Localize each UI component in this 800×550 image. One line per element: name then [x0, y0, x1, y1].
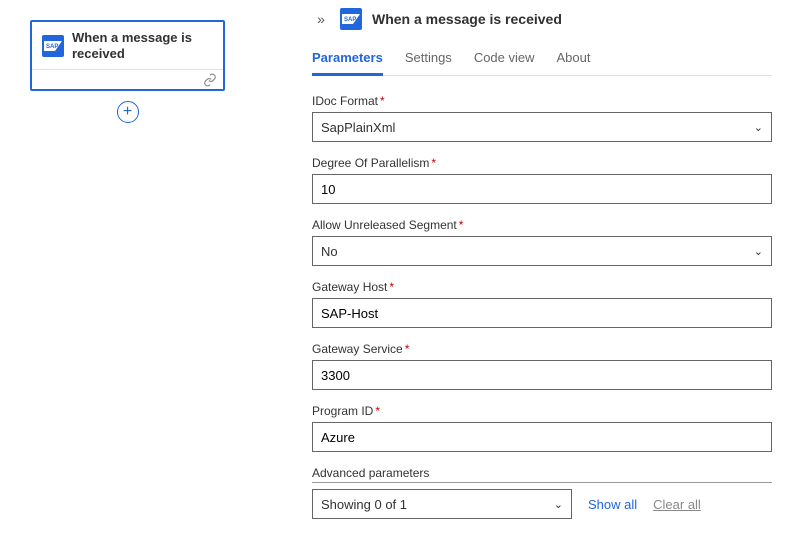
field-gateway-host: Gateway Host * [312, 280, 772, 328]
select-allow-unreleased[interactable]: No ⌄ [312, 236, 772, 266]
tab-parameters[interactable]: Parameters [312, 44, 383, 75]
tab-code-view[interactable]: Code view [474, 44, 535, 75]
input-program-id[interactable] [312, 422, 772, 452]
label-text: IDoc Format [312, 94, 378, 108]
add-step-button[interactable]: + [117, 101, 139, 123]
chevron-down-icon: ⌄ [754, 245, 763, 258]
label-idoc-format: IDoc Format * [312, 94, 772, 108]
required-marker: * [405, 342, 410, 356]
tab-bar: Parameters Settings Code view About [312, 44, 772, 76]
node-title: When a message is received [72, 30, 213, 61]
required-marker: * [459, 218, 464, 232]
field-idoc-format: IDoc Format * SapPlainXml ⌄ [312, 94, 772, 142]
select-value: No [321, 244, 338, 259]
input-parallelism[interactable] [312, 174, 772, 204]
label-program-id: Program ID * [312, 404, 772, 418]
chevron-down-icon: ⌄ [754, 121, 763, 134]
label-gateway-service: Gateway Service * [312, 342, 772, 356]
svg-text:SAP: SAP [344, 17, 356, 23]
field-gateway-service: Gateway Service * [312, 342, 772, 390]
label-parallelism: Degree Of Parallelism * [312, 156, 772, 170]
designer-canvas: SAP When a message is received + [0, 0, 300, 550]
show-all-link[interactable]: Show all [588, 497, 637, 512]
details-panel: » SAP When a message is received Paramet… [300, 0, 800, 550]
advanced-parameters-label: Advanced parameters [312, 466, 772, 483]
clear-all-link[interactable]: Clear all [653, 497, 701, 512]
sap-icon: SAP [42, 35, 64, 57]
label-text: Allow Unreleased Segment [312, 218, 457, 232]
field-parallelism: Degree Of Parallelism * [312, 156, 772, 204]
label-allow-unreleased: Allow Unreleased Segment * [312, 218, 772, 232]
node-footer [32, 69, 223, 89]
label-gateway-host: Gateway Host * [312, 280, 772, 294]
panel-header: » SAP When a message is received [312, 8, 772, 30]
connection-icon [203, 73, 217, 87]
chevron-down-icon: ⌄ [554, 498, 563, 511]
select-value: SapPlainXml [321, 120, 395, 135]
required-marker: * [389, 280, 394, 294]
label-text: Degree Of Parallelism [312, 156, 429, 170]
parameters-form: IDoc Format * SapPlainXml ⌄ Degree Of Pa… [312, 94, 772, 550]
trigger-node[interactable]: SAP When a message is received [30, 20, 225, 91]
advanced-row: Showing 0 of 1 ⌄ Show all Clear all [312, 489, 772, 519]
tab-settings[interactable]: Settings [405, 44, 452, 75]
field-program-id: Program ID * [312, 404, 772, 452]
required-marker: * [431, 156, 436, 170]
tab-about[interactable]: About [557, 44, 591, 75]
collapse-panel-button[interactable]: » [312, 11, 330, 27]
input-gateway-host[interactable] [312, 298, 772, 328]
field-allow-unreleased: Allow Unreleased Segment * No ⌄ [312, 218, 772, 266]
required-marker: * [380, 94, 385, 108]
label-text: Program ID [312, 404, 373, 418]
node-header: SAP When a message is received [32, 22, 223, 69]
panel-title: When a message is received [372, 11, 562, 27]
sap-icon: SAP [340, 8, 362, 30]
select-idoc-format[interactable]: SapPlainXml ⌄ [312, 112, 772, 142]
input-gateway-service[interactable] [312, 360, 772, 390]
advanced-parameters-select[interactable]: Showing 0 of 1 ⌄ [312, 489, 572, 519]
svg-text:SAP: SAP [46, 44, 58, 50]
required-marker: * [375, 404, 380, 418]
add-step-rail: + [30, 101, 225, 123]
label-text: Gateway Service [312, 342, 403, 356]
label-text: Gateway Host [312, 280, 387, 294]
select-value: Showing 0 of 1 [321, 497, 407, 512]
